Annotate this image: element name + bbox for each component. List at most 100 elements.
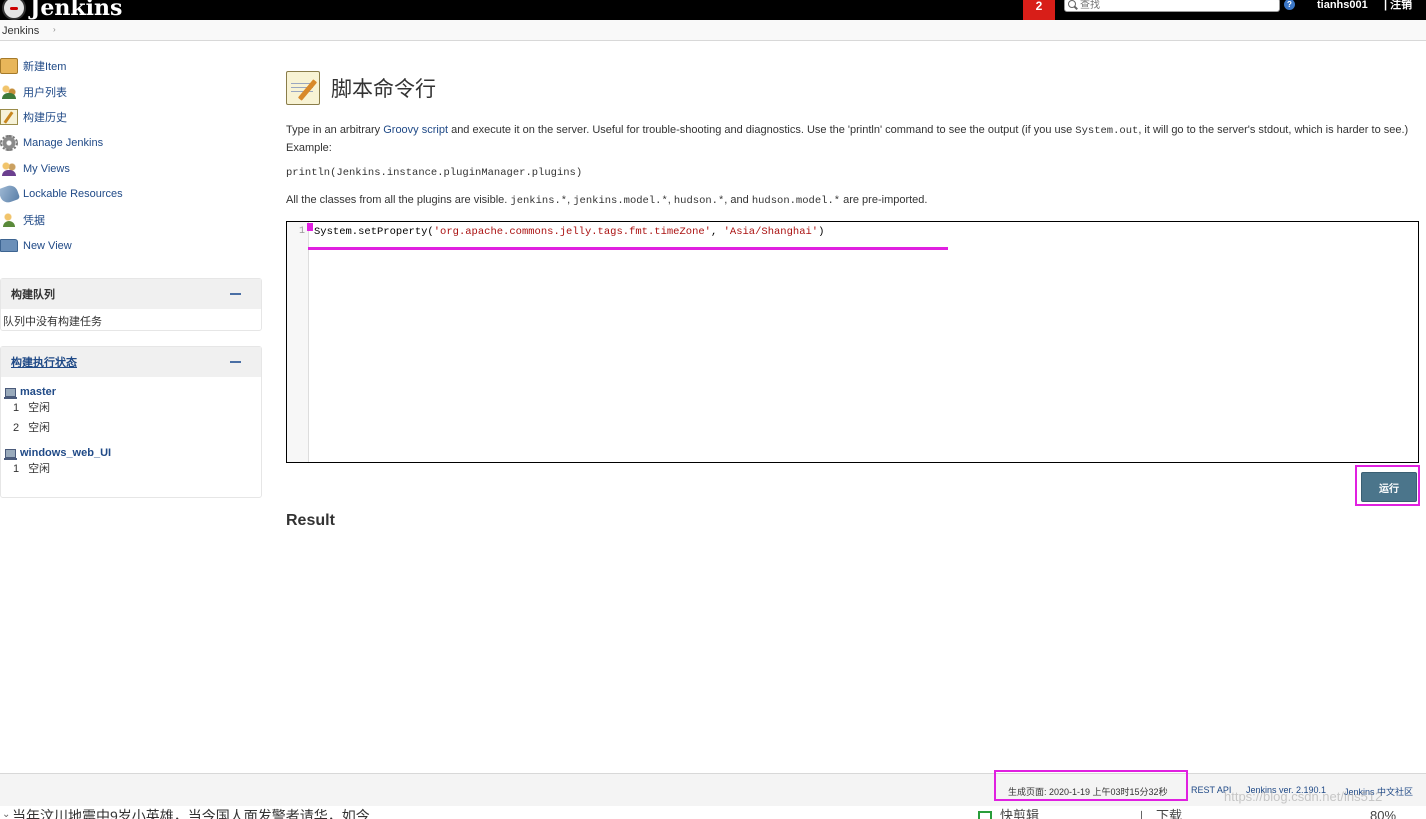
class-code: hudson.* [673, 195, 725, 207]
task-label[interactable]: Lockable Resources [23, 188, 123, 200]
clip-icon[interactable] [978, 811, 992, 819]
news-ticker[interactable]: 当年汶川地震中9岁小英雄，当今国人面发警者请华，如今 [12, 809, 370, 819]
task-label[interactable]: 凭据 [23, 212, 45, 228]
executor-number: 1 [13, 402, 20, 414]
search-icon [1068, 0, 1078, 10]
example-code: println(Jenkins.instance.pluginManager.p… [286, 167, 583, 179]
brand-name: Jenkins [30, 0, 123, 21]
cursor-highlight-mark [307, 223, 313, 231]
zoom-level[interactable]: 80% [1370, 809, 1396, 819]
classes-text: All the classes from all the plugins are… [286, 194, 511, 206]
search-box[interactable] [1064, 0, 1280, 12]
node-link[interactable]: windows_web_UI [20, 447, 111, 459]
lock-icon [0, 183, 21, 205]
executor-number: 1 [13, 463, 20, 475]
desc-text: Type in an arbitrary [286, 124, 384, 136]
executor-number: 2 [13, 422, 20, 434]
task-label[interactable]: 新建Item [23, 58, 66, 74]
run-button[interactable]: 运行 [1361, 472, 1417, 502]
page-title: 脚本命令行 [331, 77, 436, 101]
build-queue-header: 构建队列 [1, 279, 261, 309]
executor-status-pane: 构建执行状态 master 1 空闲 2 空闲 windows_web_UI 1… [0, 346, 262, 498]
code-string: 'Asia/Shanghai' [723, 226, 819, 238]
task-label[interactable]: Manage Jenkins [23, 137, 103, 149]
code-string: 'org.apache.commons.jelly.tags.fmt.timeZ… [433, 226, 711, 238]
executor-status-title[interactable]: 构建执行状态 [11, 354, 77, 370]
classes-note: All the classes from all the plugins are… [286, 194, 927, 207]
task-my-views[interactable]: My Views [0, 156, 262, 182]
top-header: Jenkins 2 ? tianhs001 | 注销 [0, 0, 1426, 20]
task-build-history[interactable]: 构建历史 [0, 104, 262, 130]
task-lockable-resources[interactable]: Lockable Resources [0, 181, 262, 207]
line-number: 1 [298, 226, 305, 237]
task-manage-jenkins[interactable]: Manage Jenkins [0, 130, 262, 156]
task-label[interactable]: New View [23, 240, 72, 252]
chevron-down-icon[interactable]: ⌄ [2, 809, 10, 819]
credentials-icon [0, 211, 18, 228]
executor-status-header: 构建执行状态 [1, 347, 261, 377]
node-master: master [1, 386, 261, 399]
task-label[interactable]: 用户列表 [23, 84, 67, 100]
build-history-icon [0, 109, 18, 126]
executor-row: 1 空闲 [1, 398, 261, 418]
node-windows-web-ui: windows_web_UI [1, 447, 261, 460]
node-link[interactable]: master [20, 386, 56, 398]
script-description: Type in an arbitrary Groovy script and e… [286, 122, 1420, 157]
people-icon [0, 83, 18, 100]
desc-text: and execute it on the server. Useful for… [448, 124, 1076, 136]
task-label[interactable]: 构建历史 [23, 109, 67, 125]
notification-badge[interactable]: 2 [1023, 0, 1055, 20]
class-code: jenkins.model.* [573, 195, 668, 207]
user-link[interactable]: tianhs001 [1317, 0, 1368, 11]
executor-status: 空闲 [28, 402, 51, 414]
main-panel: 脚本命令行 Type in an arbitrary Groovy script… [286, 70, 1420, 207]
build-queue-title: 构建队列 [11, 289, 55, 301]
task-new-view[interactable]: New View [0, 233, 262, 259]
code-token: , [710, 226, 724, 238]
page-header: 脚本命令行 [286, 70, 1420, 106]
logout-link[interactable]: | 注销 [1384, 0, 1412, 11]
breadcrumb-jenkins[interactable]: Jenkins [2, 25, 39, 37]
jenkins-butler-icon [2, 0, 26, 20]
side-tasks: 新建Item 用户列表 构建历史 Manage Jenkins My Views… [0, 53, 262, 259]
task-new-item[interactable]: 新建Item [0, 53, 262, 79]
task-people[interactable]: 用户列表 [0, 79, 262, 105]
script-editor[interactable]: 1 System.setProperty('org.apache.commons… [286, 221, 1419, 463]
task-label[interactable]: My Views [23, 163, 70, 175]
desc-code: System.out [1075, 125, 1139, 137]
classes-text: , and [724, 194, 752, 206]
task-credentials[interactable]: 凭据 [0, 207, 262, 233]
executor-status: 空闲 [28, 422, 51, 434]
search-input[interactable] [1080, 0, 1270, 10]
classes-text: are pre-imported. [840, 194, 928, 206]
executor-status: 空闲 [28, 463, 51, 475]
result-heading: Result [286, 512, 335, 529]
download-label[interactable]: 下载 [1156, 809, 1182, 819]
collapse-icon[interactable] [230, 293, 241, 295]
code-token: ) [818, 226, 825, 238]
notepad-icon [286, 71, 320, 105]
jenkins-logo[interactable]: Jenkins [0, 0, 122, 20]
folder-icon [0, 239, 18, 253]
build-queue-pane: 构建队列 队列中没有构建任务 [0, 278, 262, 331]
clip-label[interactable]: 快剪辑 [1000, 809, 1039, 819]
user-views-icon [0, 160, 18, 177]
code-line[interactable]: System.setProperty('org.apache.commons.j… [314, 226, 824, 238]
code-token: System.setProperty( [314, 226, 434, 238]
gear-icon [0, 134, 18, 151]
breadcrumb: Jenkins › [0, 20, 1426, 41]
annotation-underline [308, 247, 948, 250]
browser-status-strip: ⌄ 当年汶川地震中9岁小英雄，当今国人面发警者请华，如今 快剪辑 ⊥ 下载 80… [0, 806, 1426, 819]
executor-row: 1 空闲 [1, 459, 261, 479]
executor-row: 2 空闲 [1, 418, 261, 438]
class-code: jenkins.* [510, 195, 568, 207]
page-generated-timestamp: 生成页面: 2020-1-19 上午03时15分32秒 [1008, 787, 1168, 797]
groovy-script-link[interactable]: Groovy script [383, 124, 448, 136]
breadcrumb-arrow-icon[interactable]: › [53, 25, 56, 34]
help-icon[interactable]: ? [1284, 0, 1295, 10]
download-icon[interactable]: ⊥ [1136, 809, 1147, 819]
editor-gutter: 1 [287, 222, 309, 462]
blog-watermark: https://blog.csdn.net/lns512 [1224, 789, 1383, 804]
new-item-icon [0, 57, 18, 74]
collapse-icon[interactable] [230, 361, 241, 363]
